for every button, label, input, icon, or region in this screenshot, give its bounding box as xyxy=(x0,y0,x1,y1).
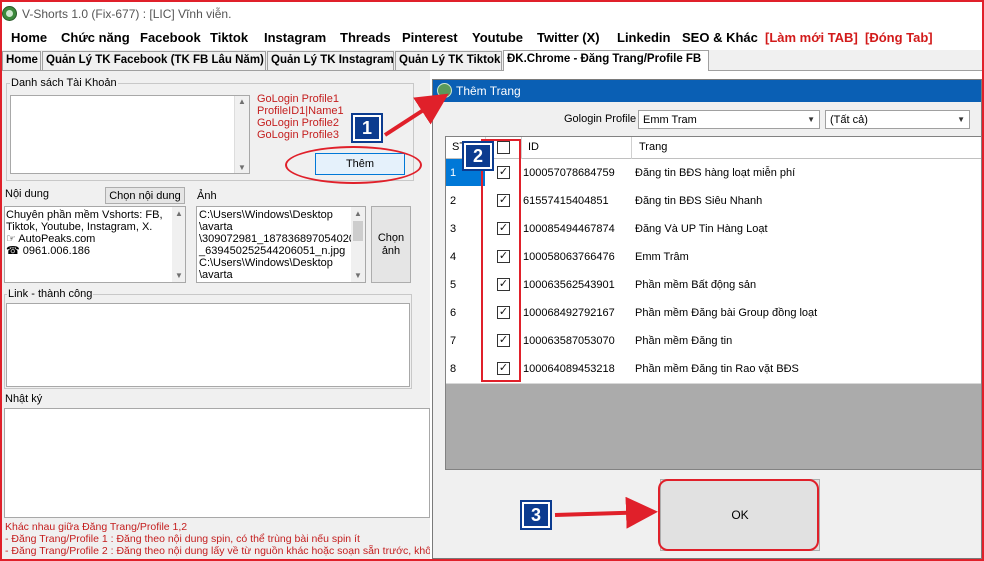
arrow-to-dialog xyxy=(383,93,449,137)
step-badge-2: 2 xyxy=(462,141,494,171)
arrow-to-ok xyxy=(554,496,658,529)
step-badge-1: 1 xyxy=(351,113,383,143)
step-badge-3: 3 xyxy=(520,500,552,530)
annotation-arrows xyxy=(383,93,658,529)
